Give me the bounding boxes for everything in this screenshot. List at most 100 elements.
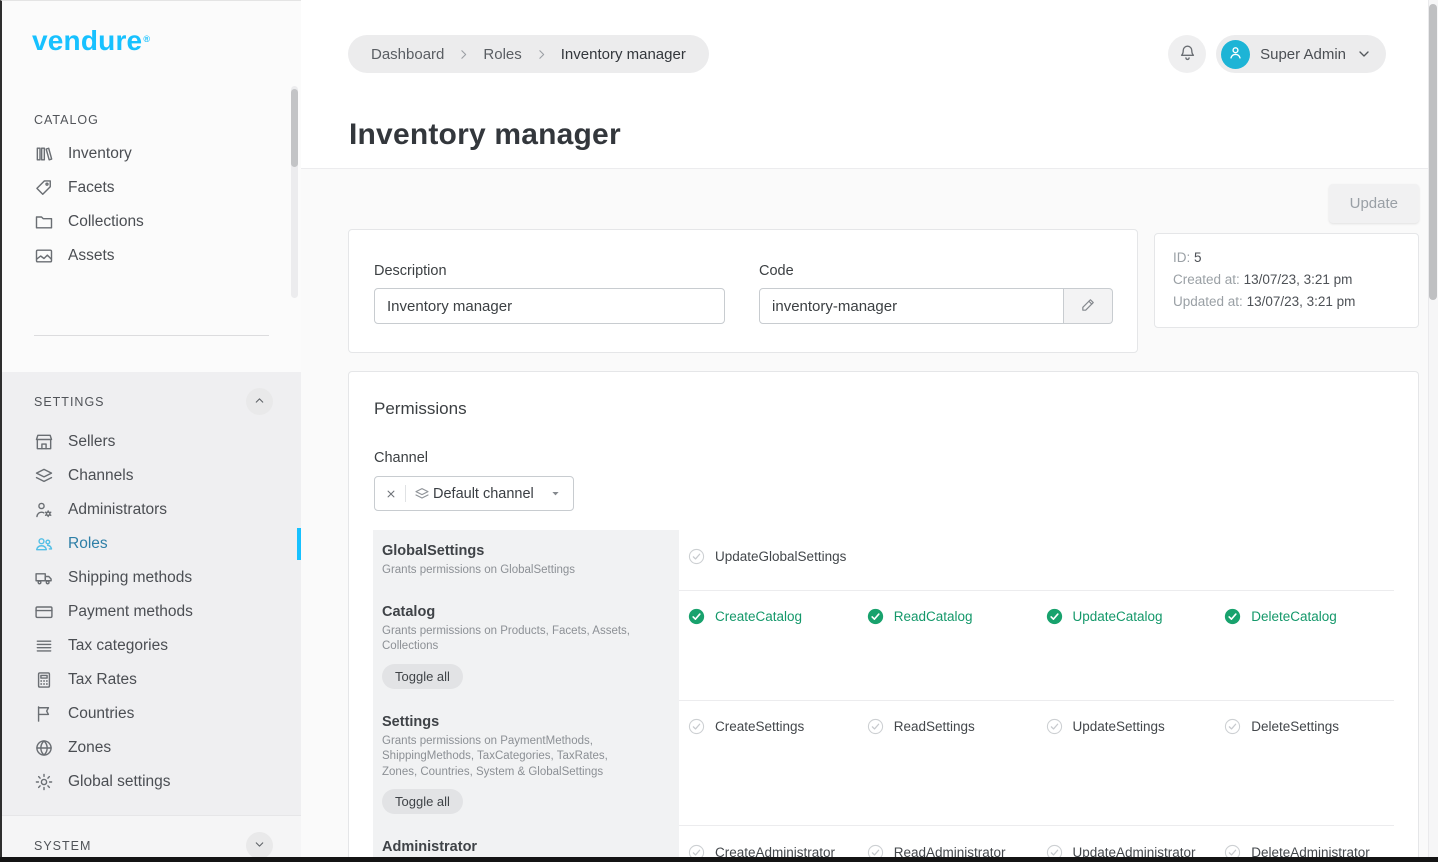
clear-channel-icon[interactable]: [375, 485, 406, 502]
permission-row-settings: Settings Grants permissions on PaymentMet…: [349, 701, 1418, 827]
code-input[interactable]: [759, 288, 1064, 324]
role-detail-card: Description Code: [348, 229, 1138, 353]
permissions-title: Permissions: [349, 399, 1418, 419]
dropdown-caret-icon: [548, 486, 563, 501]
inventory-icon: [34, 144, 54, 164]
sidebar-item-label: Roles: [68, 535, 108, 553]
collapse-settings-button[interactable]: [246, 388, 273, 415]
checked-circle-icon: [1046, 608, 1063, 625]
entity-id-line: ID: 5: [1173, 247, 1400, 269]
permission-group-description: Grants permissions on PaymentMethods, Sh…: [382, 734, 632, 781]
permission-label: DeleteCatalog: [1251, 609, 1337, 624]
permission-row-header: Settings Grants permissions on PaymentMet…: [373, 701, 679, 827]
sidebar-item-administrators[interactable]: Administrators: [2, 493, 301, 527]
sidebar-divider: [34, 335, 269, 336]
sidebar-item-label: Assets: [68, 247, 115, 265]
sidebar-item-label: Tax categories: [68, 637, 168, 655]
page-scrollbar-thumb[interactable]: [1429, 4, 1437, 300]
update-button[interactable]: Update: [1329, 184, 1419, 223]
permission-label: DeleteSettings: [1251, 719, 1339, 734]
permission-row-globalsettings: GlobalSettingsGrants permissions on Glob…: [349, 530, 1418, 591]
sidebar-item-label: Inventory: [68, 145, 132, 163]
permission-group-name: Settings: [382, 714, 663, 730]
permission-checkbox-createsettings[interactable]: CreateSettings: [679, 716, 858, 738]
window-bottom-bar: [0, 857, 1438, 862]
sidebar-item-label: Tax Rates: [68, 671, 137, 689]
sidebar-item-label: Administrators: [68, 501, 167, 519]
permission-checkbox-deletecatalog[interactable]: DeleteCatalog: [1215, 606, 1394, 628]
collapse-system-button[interactable]: [246, 832, 273, 859]
top-bar: Dashboard Roles Inventory manager Super Ad…: [301, 0, 1438, 169]
permission-checkboxes: CreateSettings ReadSettings UpdateSettings…: [679, 701, 1394, 827]
toggle-all-button[interactable]: Toggle all: [382, 789, 463, 814]
notifications-button[interactable]: [1168, 35, 1206, 73]
sidebar-item-label: Sellers: [68, 433, 115, 451]
sidebar-item-zones[interactable]: Zones: [2, 731, 301, 765]
sidebar-item-assets[interactable]: Assets: [2, 239, 301, 273]
sidebar-item-shipping-methods[interactable]: Shipping methods: [2, 561, 301, 595]
breadcrumb-item[interactable]: Roles: [483, 46, 521, 63]
chevron-up-icon: [253, 394, 266, 410]
channels-icon: [34, 466, 54, 486]
entity-info-card: ID: 5 Created at: 13/07/23, 3:21 pm Upda…: [1154, 233, 1419, 328]
sidebar-item-collections[interactable]: Collections: [2, 205, 301, 239]
sidebar-item-channels[interactable]: Channels: [2, 459, 301, 493]
toggle-all-button[interactable]: Toggle all: [382, 664, 463, 689]
layers-icon: [414, 486, 430, 502]
breadcrumb-item[interactable]: Dashboard: [371, 46, 444, 63]
tax-rates-icon: [34, 670, 54, 690]
zones-icon: [34, 738, 54, 758]
permission-row-header: CatalogGrants permissions on Products, F…: [373, 591, 679, 701]
main-area: Dashboard Roles Inventory manager Super Ad…: [301, 0, 1438, 857]
bell-icon: [1178, 43, 1197, 65]
channel-value: Default channel: [433, 486, 534, 502]
section-label: SETTINGS: [34, 395, 105, 409]
permission-checkbox-createcatalog[interactable]: CreateCatalog: [679, 606, 858, 628]
sidebar-item-payment-methods[interactable]: Payment methods: [2, 595, 301, 629]
permission-checkboxes: CreateCatalogReadCatalog UpdateCatalog Del…: [679, 591, 1394, 701]
sidebar-item-roles[interactable]: Roles: [2, 527, 301, 561]
section-label: CATALOG: [34, 113, 99, 127]
sidebar-item-inventory[interactable]: Inventory: [2, 137, 301, 171]
sidebar-item-tax-rates[interactable]: Tax Rates: [2, 663, 301, 697]
permission-label: UpdateSettings: [1073, 719, 1165, 734]
sidebar-item-label: Channels: [68, 467, 134, 485]
description-label: Description: [374, 263, 725, 279]
sidebar-item-label: Collections: [68, 213, 144, 231]
permission-checkbox-updatesettings[interactable]: UpdateSettings: [1037, 716, 1216, 738]
vendure-logo[interactable]: vendure®: [2, 1, 301, 57]
sidebar-scrollbar[interactable]: [291, 86, 298, 298]
sidebar-item-countries[interactable]: Countries: [2, 697, 301, 731]
permission-label: UpdateCatalog: [1073, 609, 1163, 624]
permission-checkbox-readcatalog[interactable]: ReadCatalog: [858, 606, 1037, 628]
channel-label: Channel: [374, 450, 1418, 466]
sidebar-item-label: Countries: [68, 705, 134, 723]
sidebar-item-sellers[interactable]: Sellers: [2, 425, 301, 459]
page-scrollbar[interactable]: [1428, 0, 1438, 857]
chevron-right-icon: [535, 48, 548, 61]
edit-code-button[interactable]: [1064, 288, 1113, 324]
description-input[interactable]: [374, 288, 725, 324]
top-actions: Super Admin: [1168, 35, 1386, 73]
permission-checkbox-updatecatalog[interactable]: UpdateCatalog: [1037, 606, 1216, 628]
code-label: Code: [759, 263, 1113, 279]
sidebar-scrollbar-thumb[interactable]: [291, 89, 298, 167]
roles-icon: [34, 534, 54, 554]
permission-label: ReadSettings: [894, 719, 975, 734]
sidebar: vendure® CATALOG Inventory Facets Collectio…: [0, 0, 301, 857]
pencil-icon: [1080, 296, 1097, 316]
user-menu-button[interactable]: Super Admin: [1216, 35, 1386, 73]
assets-icon: [34, 246, 54, 266]
permission-checkbox-readsettings[interactable]: ReadSettings: [858, 716, 1037, 738]
permission-checkbox-deletesettings[interactable]: DeleteSettings: [1215, 716, 1394, 738]
permission-checkbox-updateglobalsettings[interactable]: UpdateGlobalSettings: [679, 545, 858, 567]
permission-group-name: Catalog: [382, 604, 663, 620]
sidebar-item-tax-categories[interactable]: Tax categories: [2, 629, 301, 663]
description-field: Description: [374, 263, 725, 324]
channel-select[interactable]: Default channel: [374, 476, 574, 511]
sidebar-item-facets[interactable]: Facets: [2, 171, 301, 205]
sidebar-item-global-settings[interactable]: Global settings: [2, 765, 301, 799]
collections-icon: [34, 212, 54, 232]
code-field: Code: [759, 263, 1113, 324]
breadcrumb-item[interactable]: Inventory manager: [561, 46, 686, 63]
